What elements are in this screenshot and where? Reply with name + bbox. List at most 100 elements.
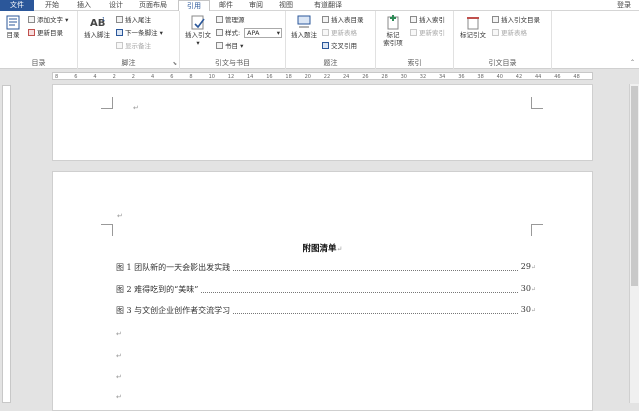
ruler-tick-label: 6	[74, 74, 78, 80]
ribbon: 目录 添加文字 ▾ 更新目录 目录 AB 1 插入脚注 插入尾注 下一条脚注 ▾ …	[0, 11, 639, 69]
ruler-tick-label: 4	[93, 74, 97, 80]
mark-entry-label: 标记 索引项	[383, 31, 403, 47]
scrollbar-thumb[interactable]	[631, 86, 638, 286]
mark-citation-label: 标记引文	[460, 31, 486, 39]
paragraph-mark[interactable]: ↵	[117, 212, 123, 220]
mark-entry-icon	[386, 15, 400, 30]
toc-entry-page-number: 30	[520, 284, 531, 293]
insert-citation-button[interactable]: 插入引文 ▾	[184, 15, 212, 47]
toc-entry[interactable]: 图 3 与文创企业创作者交流学习 30↵	[116, 305, 536, 317]
endnote-icon	[116, 16, 123, 23]
ruler-tick-label: 22	[323, 74, 331, 80]
caption-icon	[297, 15, 311, 30]
update-table-button[interactable]: 更新表格	[322, 28, 357, 39]
ruler-tick-label: 16	[266, 74, 273, 80]
document-title[interactable]: 附图清单↵	[53, 242, 592, 254]
add-text-icon	[28, 16, 35, 23]
toc-entry[interactable]: 图 2 难得吃到的“美味” 30↵	[116, 284, 536, 296]
margin-corner-mark	[101, 97, 113, 109]
add-text-button[interactable]: 添加文字 ▾	[28, 15, 68, 26]
paragraph-mark[interactable]: ↵	[116, 330, 122, 338]
insert-caption-button[interactable]: 插入题注	[289, 15, 319, 39]
tab-page-layout[interactable]: 页面布局	[134, 0, 172, 11]
margin-corner-mark	[531, 224, 543, 236]
table-of-figures-icon	[322, 16, 329, 23]
margin-corner-mark	[101, 224, 113, 236]
group-index: 标记 索引项 插入索引 更新索引 索引	[376, 11, 454, 69]
horizontal-ruler[interactable]: 8 6 4 2 2 4 6 8 10 12 14 16 18 20 22 24 26 28 30 32 34 36 38 40…	[0, 70, 639, 83]
login-link[interactable]: 登录	[617, 0, 631, 11]
tab-mailings[interactable]: 邮件	[214, 0, 238, 11]
insert-endnote-label: 插入尾注	[125, 16, 151, 24]
chevron-down-icon: ▾	[276, 29, 280, 37]
cross-reference-icon	[322, 42, 329, 49]
update-toa-button[interactable]: 更新表格	[492, 28, 527, 39]
toc-entry-page-number: 30	[520, 305, 531, 314]
style-select-value: APA	[247, 29, 260, 37]
tab-review[interactable]: 审阅	[244, 0, 268, 11]
update-index-button[interactable]: 更新索引	[410, 28, 445, 39]
paragraph-mark[interactable]: ↵	[133, 104, 139, 112]
ruler-tick-label: 28	[381, 74, 388, 80]
paragraph-mark[interactable]: ↵	[116, 393, 122, 401]
document-title-text: 附图清单	[302, 244, 337, 254]
group-label-index: 索引	[407, 59, 422, 67]
tab-insert[interactable]: 插入	[72, 0, 96, 11]
manage-sources-icon	[216, 16, 223, 23]
mark-entry-button[interactable]: 标记 索引项	[378, 15, 408, 47]
insert-footnote-button[interactable]: AB 1 插入脚注	[82, 15, 112, 39]
insert-index-icon	[410, 16, 417, 23]
bibliography-icon	[216, 42, 223, 49]
cross-reference-button[interactable]: 交叉引用	[322, 41, 357, 52]
update-toc-button[interactable]: 更新目录	[28, 28, 63, 39]
toc-entry[interactable]: 图 1 团队新的一天会影出发实践 29↵	[116, 262, 536, 274]
tab-youdao-translate[interactable]: 有道翻译	[306, 0, 350, 11]
dialog-launcher-icon[interactable]: ⬊	[173, 61, 177, 67]
collapse-ribbon-icon[interactable]: ⌃	[630, 59, 635, 66]
tab-file[interactable]: 文件	[0, 0, 34, 11]
ruler-tick-label: 36	[458, 74, 465, 80]
update-index-label: 更新索引	[419, 29, 445, 37]
update-table-label: 更新表格	[331, 29, 357, 37]
update-table-icon	[322, 29, 329, 36]
insert-toa-button[interactable]: 插入引文目录	[492, 15, 540, 26]
vertical-ruler[interactable]	[2, 85, 11, 403]
insert-toa-label: 插入引文目录	[501, 16, 540, 24]
toc-button[interactable]: 目录	[2, 15, 24, 39]
mark-citation-button[interactable]: 标记引文	[456, 15, 490, 39]
ruler-tick-label: 2	[131, 74, 135, 80]
show-notes-button[interactable]: 显示备注	[116, 41, 151, 52]
insert-table-of-figures-label: 插入表目录	[331, 16, 364, 24]
style-select[interactable]: APA ▾	[244, 28, 282, 38]
paragraph-mark[interactable]: ↵	[116, 352, 122, 360]
tab-home[interactable]: 开始	[40, 0, 64, 11]
insert-endnote-button[interactable]: 插入尾注	[116, 15, 151, 26]
paragraph-mark: ↵	[530, 307, 536, 314]
paragraph-mark[interactable]: ↵	[116, 373, 122, 381]
next-footnote-button[interactable]: 下一条脚注 ▾	[116, 28, 163, 39]
group-label-citations: 引文与书目	[215, 59, 250, 67]
group-citations: 插入引文 ▾ 管理源 样式: APA ▾ 书目 ▾ 引文与书目	[180, 11, 286, 69]
insert-table-of-figures-button[interactable]: 插入表目录	[322, 15, 364, 26]
update-toa-icon	[492, 29, 499, 36]
insert-index-button[interactable]: 插入索引	[410, 15, 445, 26]
bibliography-button[interactable]: 书目 ▾	[216, 41, 243, 52]
show-notes-icon	[116, 42, 123, 49]
group-toc: 目录 添加文字 ▾ 更新目录 目录	[0, 11, 78, 69]
insert-toa-icon	[492, 16, 499, 23]
ruler-tick-label: 46	[554, 74, 561, 80]
insert-caption-label: 插入题注	[291, 31, 317, 39]
ruler-tick-label: 14	[247, 74, 254, 80]
toc-icon	[6, 15, 20, 30]
ruler-tick-label: 8	[189, 74, 193, 80]
ruler-tick-label: 30	[400, 74, 407, 80]
ruler-tick-label: 38	[477, 74, 484, 80]
toc-entry-page: 30↵	[518, 305, 536, 314]
tab-design[interactable]: 设计	[104, 0, 128, 11]
ruler-tick-label: 26	[362, 74, 369, 80]
cross-reference-label: 交叉引用	[331, 42, 357, 50]
vertical-scrollbar[interactable]	[629, 84, 639, 403]
mark-citation-icon	[466, 15, 480, 30]
manage-sources-button[interactable]: 管理源	[216, 15, 245, 26]
tab-view[interactable]: 视图	[274, 0, 298, 11]
